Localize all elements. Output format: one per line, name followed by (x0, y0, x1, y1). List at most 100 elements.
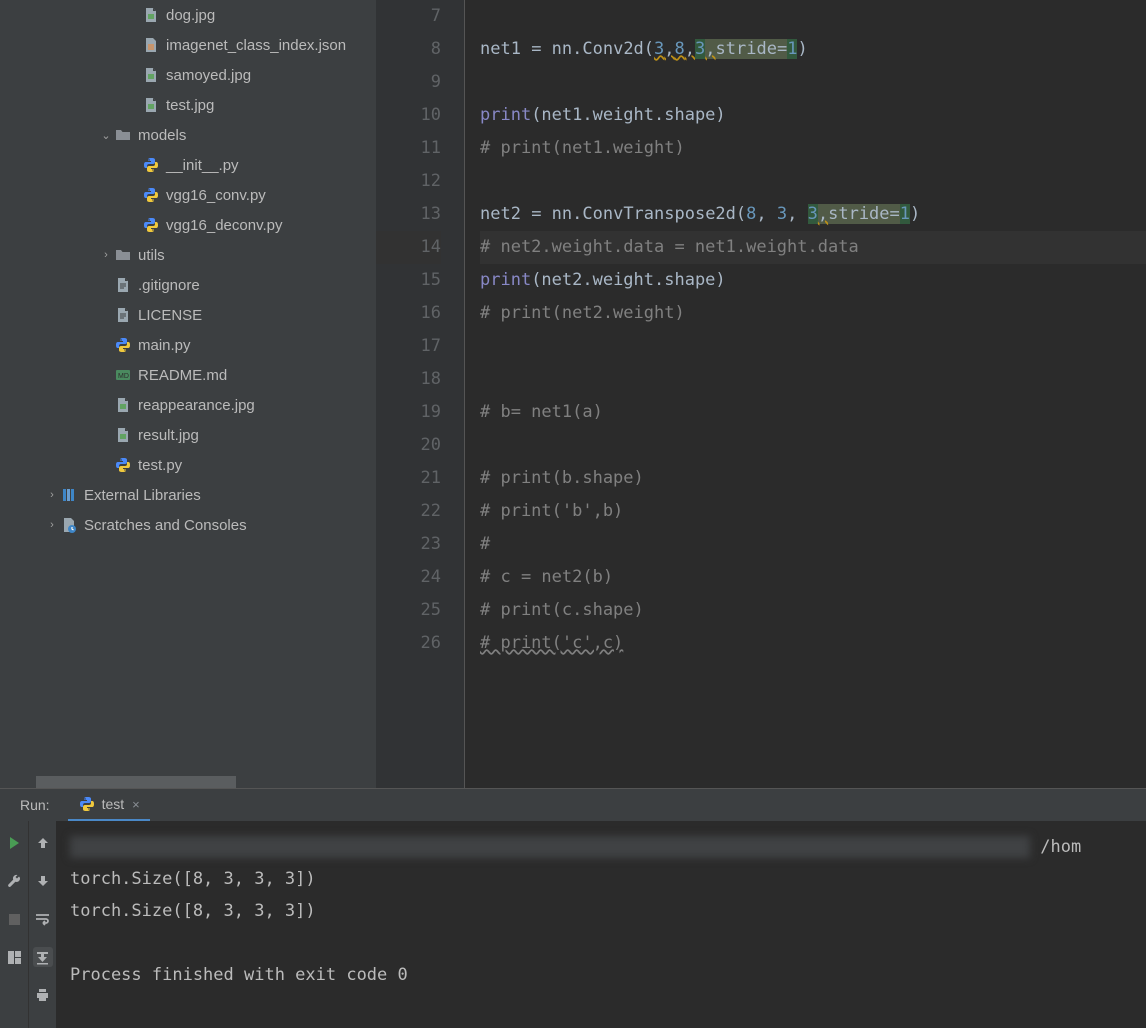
line-number[interactable]: 21 (376, 462, 441, 495)
tree-item[interactable]: test.py (18, 450, 376, 480)
line-number[interactable]: 12 (376, 165, 441, 198)
code-line[interactable]: print(net1.weight.shape) (480, 99, 1146, 132)
run-panel: Run: test × (0, 788, 1146, 1028)
python-icon (78, 795, 96, 813)
code-line[interactable]: net2 = nn.ConvTranspose2d(8, 3, 3,stride… (480, 198, 1146, 231)
console-line (70, 927, 1146, 959)
tree-item[interactable]: main.py (18, 330, 376, 360)
print-icon[interactable] (33, 985, 53, 1005)
code-line[interactable]: # print('b',b) (480, 495, 1146, 528)
code-line[interactable]: # net2.weight.data = net1.weight.data (480, 231, 1146, 264)
code-editor[interactable]: 7891011121314151617181920212223242526 ne… (376, 0, 1146, 788)
tree-item[interactable]: imagenet_class_index.json (18, 30, 376, 60)
scroll-to-end-icon[interactable] (33, 947, 53, 967)
line-number[interactable]: 20 (376, 429, 441, 462)
tree-item[interactable]: ⌄models (18, 120, 376, 150)
sidebar-scrollbar[interactable] (36, 776, 236, 788)
tree-item[interactable]: ›Scratches and Consoles (18, 510, 376, 540)
tree-item[interactable]: vgg16_conv.py (18, 180, 376, 210)
line-number[interactable]: 11 (376, 132, 441, 165)
code-line[interactable]: # print(net2.weight) (480, 297, 1146, 330)
line-number[interactable]: 26 (376, 627, 441, 660)
tree-item[interactable]: ›External Libraries (18, 480, 376, 510)
code-line[interactable] (480, 363, 1146, 396)
code-line[interactable]: # print(c.shape) (480, 594, 1146, 627)
wrench-icon[interactable] (4, 871, 24, 891)
code-line[interactable] (480, 429, 1146, 462)
code-line[interactable]: # print(net1.weight) (480, 132, 1146, 165)
left-tool-rail[interactable] (0, 0, 18, 788)
run-label: Run: (20, 797, 50, 813)
line-number[interactable]: 16 (376, 297, 441, 330)
tree-item[interactable]: result.jpg (18, 420, 376, 450)
tree-item-label: __init__.py (166, 157, 239, 174)
tree-item[interactable]: › utils (18, 240, 376, 270)
run-tab-label: test (102, 796, 125, 812)
close-icon[interactable]: × (132, 797, 140, 812)
code-line[interactable]: # c = net2(b) (480, 561, 1146, 594)
soft-wrap-icon[interactable] (33, 909, 53, 929)
tree-item[interactable]: vgg16_deconv.py (18, 210, 376, 240)
tree-item[interactable]: MDREADME.md (18, 360, 376, 390)
py-icon (142, 186, 160, 204)
tree-item[interactable]: .gitignore (18, 270, 376, 300)
tree-item-label: utils (138, 247, 165, 264)
code-line[interactable]: print(net2.weight.shape) (480, 264, 1146, 297)
chevron-right-icon: › (44, 489, 60, 501)
code-line[interactable]: # (480, 528, 1146, 561)
line-number[interactable]: 24 (376, 561, 441, 594)
jpg-icon (142, 66, 160, 84)
svg-text:MD: MD (118, 373, 129, 380)
code-line[interactable]: # b= net1(a) (480, 396, 1146, 429)
line-number[interactable]: 14 (376, 231, 441, 264)
line-number[interactable]: 23 (376, 528, 441, 561)
code-area[interactable]: net1 = nn.Conv2d(3,8,3,stride=1) print(n… (472, 0, 1146, 788)
line-number[interactable]: 7 (376, 0, 441, 33)
code-line[interactable]: # print(b.shape) (480, 462, 1146, 495)
tree-item-label: test.jpg (166, 97, 214, 114)
tree-item-label: LICENSE (138, 307, 202, 324)
project-tree-panel[interactable]: dog.jpg imagenet_class_index.json samoyed.… (18, 0, 376, 788)
line-number[interactable]: 9 (376, 66, 441, 99)
run-play-button[interactable] (4, 833, 24, 853)
tree-item-label: main.py (138, 337, 191, 354)
run-tab[interactable]: test × (68, 789, 150, 821)
tree-item[interactable]: dog.jpg (18, 0, 376, 30)
line-number[interactable]: 18 (376, 363, 441, 396)
console-output[interactable]: /homtorch.Size([8, 3, 3, 3])torch.Size([… (56, 821, 1146, 1028)
line-number[interactable]: 8 (376, 33, 441, 66)
line-number[interactable]: 19 (376, 396, 441, 429)
tree-item[interactable]: __init__.py (18, 150, 376, 180)
line-number[interactable]: 13 (376, 198, 441, 231)
code-line[interactable]: net1 = nn.Conv2d(3,8,3,stride=1) (480, 33, 1146, 66)
tree-item-label: models (138, 127, 186, 144)
layout-icon[interactable] (4, 947, 24, 967)
tree-item[interactable]: LICENSE (18, 300, 376, 330)
arrow-up-icon[interactable] (33, 833, 53, 853)
editor-gutter[interactable]: 7891011121314151617181920212223242526 (376, 0, 464, 788)
tree-item-label: vgg16_deconv.py (166, 217, 282, 234)
code-line[interactable] (480, 165, 1146, 198)
tree-item[interactable]: reappearance.jpg (18, 390, 376, 420)
stop-button[interactable] (4, 909, 24, 929)
tree-item[interactable]: samoyed.jpg (18, 60, 376, 90)
line-number[interactable]: 25 (376, 594, 441, 627)
tree-item-label: vgg16_conv.py (166, 187, 266, 204)
code-line[interactable] (480, 0, 1146, 33)
txt-icon (114, 276, 132, 294)
jpg-icon (142, 96, 160, 114)
line-number[interactable]: 17 (376, 330, 441, 363)
code-line[interactable] (480, 330, 1146, 363)
chevron-right-icon: › (98, 249, 114, 261)
code-line[interactable] (480, 66, 1146, 99)
code-line[interactable]: # print('c',c) (480, 627, 1146, 660)
line-number[interactable]: 10 (376, 99, 441, 132)
tree-item-label: dog.jpg (166, 7, 215, 24)
line-number[interactable]: 22 (376, 495, 441, 528)
tree-item-label: imagenet_class_index.json (166, 37, 346, 54)
line-number[interactable]: 15 (376, 264, 441, 297)
tree-item[interactable]: test.jpg (18, 90, 376, 120)
chevron-right-icon: › (44, 519, 60, 531)
folder-icon (114, 126, 132, 144)
arrow-down-icon[interactable] (33, 871, 53, 891)
